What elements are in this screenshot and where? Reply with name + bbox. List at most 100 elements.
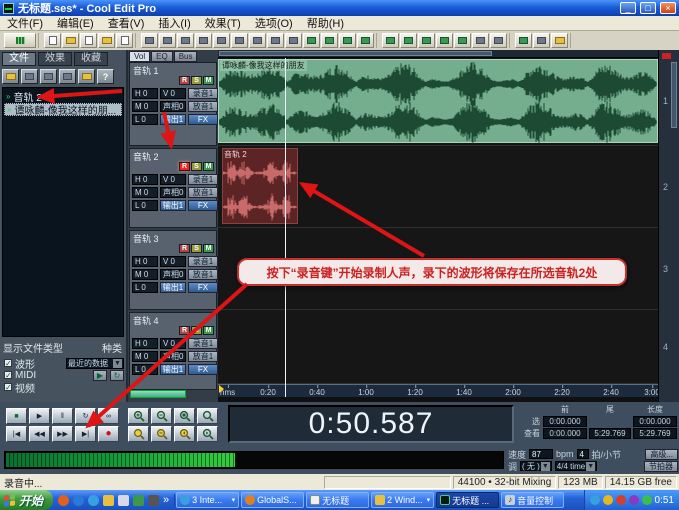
save-as-button[interactable] <box>98 33 115 48</box>
zoom-vertical-out-button[interactable] <box>151 426 172 442</box>
audio-clip-track1[interactable]: 谭咏麟-像我这样的朋友 <box>218 59 658 143</box>
waveform-view-toggle-button[interactable] <box>4 33 36 48</box>
record-arm-button[interactable]: R <box>179 326 190 335</box>
playback-cursor[interactable] <box>285 58 286 397</box>
tab-bus[interactable]: Bus <box>174 51 198 62</box>
volume-field[interactable]: V 0 <box>160 88 186 99</box>
tray-alert-icon[interactable] <box>616 495 626 505</box>
toolbar-button[interactable] <box>267 33 284 48</box>
zoom-full-button[interactable] <box>197 408 218 424</box>
track-4-lane[interactable] <box>218 310 658 384</box>
key-dropdown[interactable]: ( 无 )▼ <box>520 461 552 471</box>
playback-device-button[interactable]: 放音1 <box>188 101 218 112</box>
vertical-scrollbar[interactable] <box>671 62 677 128</box>
output-button[interactable]: 输出1 <box>160 200 186 211</box>
pan-field[interactable]: 声相0 <box>160 187 186 198</box>
mute-button[interactable]: M <box>203 326 214 335</box>
preview-loop-button[interactable]: ↻ <box>110 370 124 381</box>
tray-browser-icon[interactable] <box>590 495 600 505</box>
task-button-windows-folder[interactable]: 2 Wind...▾ <box>371 492 434 508</box>
open-file-button[interactable] <box>2 69 19 84</box>
output-button[interactable]: 输出1 <box>160 114 186 125</box>
toolbar-button[interactable] <box>382 33 399 48</box>
stop-button[interactable]: ■ <box>6 408 27 424</box>
record-device-button[interactable]: 录音1 <box>188 174 218 185</box>
eq-mid-field[interactable]: M 0 <box>132 101 158 112</box>
eq-low-field[interactable]: L 0 <box>132 364 158 375</box>
eq-low-field[interactable]: L 0 <box>132 114 158 125</box>
save-file-button[interactable] <box>80 33 97 48</box>
tab-vol[interactable]: Vol <box>129 51 150 62</box>
menu-file[interactable]: 文件(F) <box>0 15 50 31</box>
zoom-to-selection-button[interactable] <box>174 408 195 424</box>
eq-mid-field[interactable]: M 0 <box>132 351 158 362</box>
toolbar-button[interactable] <box>159 33 176 48</box>
new-file-button[interactable] <box>44 33 61 48</box>
toolbar-button[interactable] <box>321 33 338 48</box>
rewind-button[interactable]: ◀◀ <box>29 426 50 442</box>
close-button[interactable]: × <box>660 2 676 14</box>
preview-play-button[interactable]: ▶ <box>93 370 107 381</box>
toolbar-button[interactable] <box>436 33 453 48</box>
solo-button[interactable]: S <box>191 326 202 335</box>
eq-low-field[interactable]: L 0 <box>132 282 158 293</box>
beats-field[interactable]: 4 <box>577 449 589 459</box>
toolbar-button[interactable] <box>400 33 417 48</box>
toolbar-button[interactable] <box>231 33 248 48</box>
toolbar-button[interactable] <box>339 33 356 48</box>
horizontal-scrollbar[interactable] <box>218 50 658 58</box>
timeline-ruler[interactable]: hms 0:20 0:40 1:00 1:20 1:40 2:00 2:20 2… <box>218 384 658 397</box>
fx-button[interactable]: FX <box>188 282 218 293</box>
play-looped-button[interactable]: ↻ <box>75 408 96 424</box>
task-button-untitled-doc[interactable]: 无标题 <box>306 492 369 508</box>
tray-qq-icon[interactable] <box>642 495 652 505</box>
console-scrollbar[interactable] <box>130 390 186 398</box>
task-button-cool-edit-active[interactable]: 无标题 ... <box>436 492 499 508</box>
zoom-out-button[interactable] <box>151 408 172 424</box>
time-display[interactable]: 0:50.587 <box>228 405 514 443</box>
toolbar-button[interactable] <box>533 33 550 48</box>
go-to-end-button[interactable]: ▶| <box>75 426 96 442</box>
toolbar-button[interactable] <box>249 33 266 48</box>
recorded-clip-track2[interactable]: 音轨 2 <box>222 148 298 224</box>
desktop-icon[interactable] <box>133 495 144 506</box>
track-1-lane[interactable]: 谭咏麟-像我这样的朋友 <box>218 58 658 146</box>
fx-button[interactable]: FX <box>188 200 218 211</box>
preview-button[interactable] <box>78 69 95 84</box>
open-file-button[interactable] <box>62 33 79 48</box>
tab-files[interactable]: 文件 <box>2 52 36 66</box>
go-to-start-button[interactable]: |◀ <box>6 426 27 442</box>
wave-checkbox[interactable]: ✓ <box>4 359 12 367</box>
tab-favorites[interactable]: 收藏 <box>74 52 108 66</box>
track-2-lane[interactable]: 音轨 2 <box>218 146 658 228</box>
playback-device-button[interactable]: 放音1 <box>188 269 218 280</box>
toolbar-button[interactable] <box>141 33 158 48</box>
pan-field[interactable]: 声相0 <box>160 269 186 280</box>
record-device-button[interactable]: 录音1 <box>188 256 218 267</box>
record-arm-button[interactable]: R <box>179 76 190 85</box>
playback-device-button[interactable]: 放音1 <box>188 351 218 362</box>
tab-eq[interactable]: EQ <box>151 51 173 62</box>
toolbar-button[interactable] <box>303 33 320 48</box>
pause-button[interactable]: ‖ <box>52 408 73 424</box>
tray-shield-icon[interactable] <box>603 495 613 505</box>
menu-edit[interactable]: 编辑(E) <box>50 15 101 31</box>
import-button[interactable] <box>116 33 133 48</box>
edit-file-button[interactable] <box>59 69 76 84</box>
record-device-button[interactable]: 录音1 <box>188 88 218 99</box>
menu-insert[interactable]: 插入(I) <box>151 15 197 31</box>
toolbar-button[interactable] <box>177 33 194 48</box>
scrollbar-thumb[interactable] <box>219 51 492 56</box>
record-button[interactable]: ● <box>98 426 119 442</box>
menu-effects[interactable]: 效果(T) <box>198 15 248 31</box>
output-button[interactable]: 输出1 <box>160 282 186 293</box>
volume-field[interactable]: V 0 <box>160 256 186 267</box>
zoom-left-button[interactable] <box>174 426 195 442</box>
eq-mid-field[interactable]: M 0 <box>132 187 158 198</box>
toolbar-button[interactable] <box>551 33 568 48</box>
volume-field[interactable]: V 0 <box>160 338 186 349</box>
quick-launch-overflow[interactable]: » <box>163 494 169 506</box>
output-button[interactable]: 输出1 <box>160 364 186 375</box>
zoom-vertical-in-button[interactable] <box>128 426 149 442</box>
pen-icon[interactable] <box>148 495 159 506</box>
